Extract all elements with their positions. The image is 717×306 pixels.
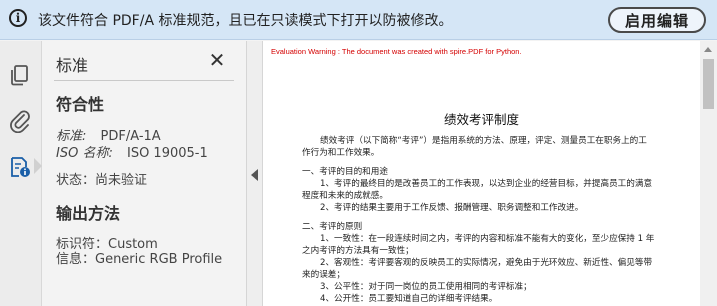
collapse-arrow-icon xyxy=(251,169,258,181)
output-method-heading: 输出方法 xyxy=(56,204,121,223)
doc-line: 作行为和工作效果。 xyxy=(302,148,380,158)
doc-line: 1、一致性：在一段连续时间之内，考评的内容和标准不能有大的变化，至少应保持 1 … xyxy=(320,234,655,244)
validation-status: 状态：尚未验证 xyxy=(56,173,148,188)
doc-line: 4、公开性：员工要知道自己的详细考评结果。 xyxy=(320,294,498,304)
iso-name-value: ISO 19005-1 xyxy=(126,146,208,161)
close-icon[interactable]: ✕ xyxy=(207,50,227,70)
doc-line: 程度和未来的成就感。 xyxy=(302,191,388,201)
panel-title: 标准 xyxy=(56,56,89,75)
scrollbar-thumb[interactable] xyxy=(703,59,714,109)
notification-message: 该文件符合 PDF/A 标准规范，且已在只读模式下打开以防被修改。 xyxy=(38,13,453,29)
panel-divider xyxy=(54,80,234,81)
paperclip-icon[interactable] xyxy=(8,109,32,133)
certificate-icon[interactable] xyxy=(8,155,32,179)
conformance-heading: 符合性 xyxy=(56,95,105,114)
doc-line: 2、客观性：考评要客观的反映员工的实际情况，避免由于光环效应、新近性、偏见等带 xyxy=(320,258,653,268)
output-info: 信息：Generic RGB Profile xyxy=(56,252,223,267)
doc-line: 来的误差； xyxy=(302,270,345,280)
doc-line: 之内考评的方法具有一致性； xyxy=(302,246,414,256)
iso-name-label: ISO 名称: xyxy=(56,146,113,161)
doc-line: 1、考评的最终目的是改善员工的工作表现，以达到企业的经营目标，并提高员工的满意 xyxy=(320,179,653,189)
document-viewer[interactable]: Evaluation Warning : The document was cr… xyxy=(263,41,700,306)
document-title: 绩效考评制度 xyxy=(443,112,519,127)
vertical-scrollbar[interactable] xyxy=(700,41,717,306)
doc-line: 一、考评的目的和用途 xyxy=(302,167,388,177)
doc-line: 3、公平性：对于同一岗位的员工使用相同的考评标准； xyxy=(320,282,532,292)
doc-line: 2、考评的结果主要用于工作反馈、报酬管理、职务调整和工作改进。 xyxy=(320,203,584,213)
doc-line: 绩效考评（以下简称“考评”）是指用系统的方法、原理，评定、测量员工在职务上的工 xyxy=(320,136,647,146)
scroll-up-arrow-icon[interactable] xyxy=(704,47,712,52)
info-icon: i xyxy=(9,9,27,27)
left-icon-rail xyxy=(0,41,42,306)
iso-name-row: ISO 名称: ISO 19005-1 xyxy=(56,142,208,161)
readonly-notification-bar: i 该文件符合 PDF/A 标准规范，且已在只读模式下打开以防被修改。 启用编辑 xyxy=(0,0,717,40)
standards-panel: 标准 ✕ 符合性 标准: PDF/A-1A ISO 名称: ISO 19005-… xyxy=(42,41,247,306)
active-pane-indicator xyxy=(34,158,42,174)
enable-editing-button[interactable]: 启用编辑 xyxy=(608,7,706,33)
evaluation-warning: Evaluation Warning : The document was cr… xyxy=(271,47,522,56)
copy-pages-icon[interactable] xyxy=(8,63,32,87)
collapse-panel-handle[interactable] xyxy=(247,41,263,306)
doc-line: 二、考评的原则 xyxy=(302,222,363,232)
